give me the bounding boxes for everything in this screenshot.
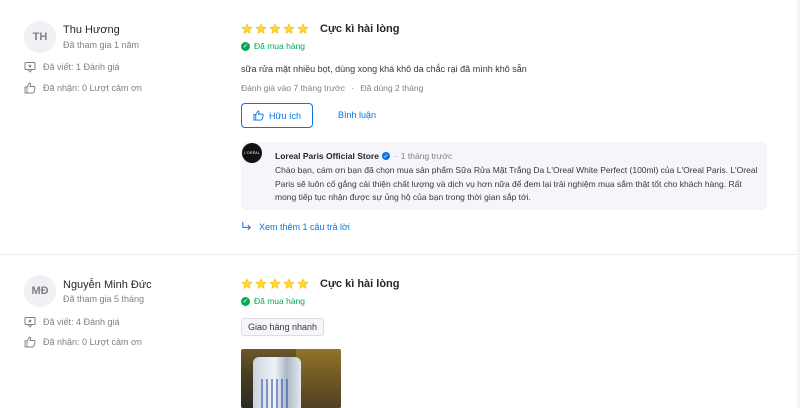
thanks-received: Đã nhận: 0 Lượt cảm ơn <box>24 336 142 348</box>
rating-title: Cực kì hài lòng <box>320 23 400 35</box>
star-icon <box>297 278 309 289</box>
star-icon <box>241 278 253 289</box>
like-icon <box>24 82 36 94</box>
star-rating <box>241 23 309 35</box>
reply-time: 1 tháng trước <box>400 151 453 161</box>
reviews-written-label: Đã viết: 1 Đánh giá <box>43 62 120 72</box>
helpful-button[interactable]: Hữu ích <box>241 103 313 128</box>
star-icon <box>255 278 267 289</box>
joined-duration: Đã tham gia 5 tháng <box>63 294 145 304</box>
joined-duration: Đã tham gia 1 năm <box>63 40 140 50</box>
star-icon <box>269 278 281 289</box>
separator-dot: · <box>393 151 397 161</box>
reviewer-name: Nguyễn Minh Đức <box>63 279 152 291</box>
review-count-icon <box>24 316 36 328</box>
store-name[interactable]: Loreal Paris Official Store <box>275 151 379 161</box>
usage-time: Đã dùng 2 tháng <box>360 83 424 93</box>
thanks-received: Đã nhận: 0 Lượt cảm ơn <box>24 82 142 94</box>
verified-label: Đã mua hàng <box>254 296 306 306</box>
star-icon <box>297 23 309 34</box>
helpful-label: Hữu ích <box>268 110 302 121</box>
separator-dot: · <box>351 83 355 93</box>
reply-header: Loreal Paris Official Store ✓ · 1 tháng … <box>275 151 452 161</box>
verified-label: Đã mua hàng <box>254 41 306 51</box>
reviewer-name: Thu Hương <box>63 24 120 36</box>
star-icon <box>255 23 267 34</box>
official-badge-icon: ✓ <box>381 152 390 160</box>
review-content: sữa rửa mặt nhiều bọt, dùng xong khá khô… <box>241 64 527 74</box>
avatar: MĐ <box>24 275 56 307</box>
reviews-written: Đã viết: 1 Đánh giá <box>24 61 120 73</box>
comment-button[interactable]: Bình luận <box>338 110 376 120</box>
review-divider <box>0 254 800 255</box>
review-tag: Giao hàng nhanh <box>241 318 325 336</box>
check-circle-icon: ✓ <box>241 41 250 51</box>
star-icon <box>283 23 295 34</box>
photo-background <box>296 349 341 408</box>
check-circle-icon: ✓ <box>241 296 250 306</box>
review-photo[interactable] <box>241 349 341 408</box>
verified-purchase: ✓ Đã mua hàng <box>241 41 305 51</box>
thanks-received-label: Đã nhận: 0 Lượt cảm ơn <box>43 83 142 93</box>
star-icon <box>241 23 253 34</box>
thanks-received-label: Đã nhận: 0 Lượt cảm ơn <box>43 337 142 347</box>
rating-title: Cực kì hài lòng <box>320 278 400 290</box>
star-icon <box>283 278 295 289</box>
see-more-replies-link[interactable]: Xem thêm 1 câu trả lời <box>241 221 350 232</box>
reviews-written: Đã viết: 4 Đánh giá <box>24 316 120 328</box>
see-more-label: Xem thêm 1 câu trả lời <box>259 221 350 232</box>
star-rating <box>241 278 309 290</box>
like-icon <box>24 336 36 348</box>
avatar: TH <box>24 21 56 53</box>
star-icon <box>269 23 281 34</box>
reply-arrow-icon <box>242 221 251 231</box>
review-time-info: Đánh giá vào 7 tháng trước · Đã dùng 2 t… <box>241 83 423 93</box>
verified-purchase: ✓ Đã mua hàng <box>241 296 305 306</box>
review-time: Đánh giá vào 7 tháng trước <box>241 83 345 93</box>
product-bottle-image <box>253 357 301 408</box>
reply-text: Chào bạn, cám ơn bạn đã chọn mua sản phẩ… <box>275 165 758 202</box>
reviews-written-label: Đã viết: 4 Đánh giá <box>43 317 120 327</box>
review-count-icon <box>24 61 36 73</box>
like-icon <box>253 110 264 121</box>
store-logo: L'ORÉAL <box>242 143 262 163</box>
